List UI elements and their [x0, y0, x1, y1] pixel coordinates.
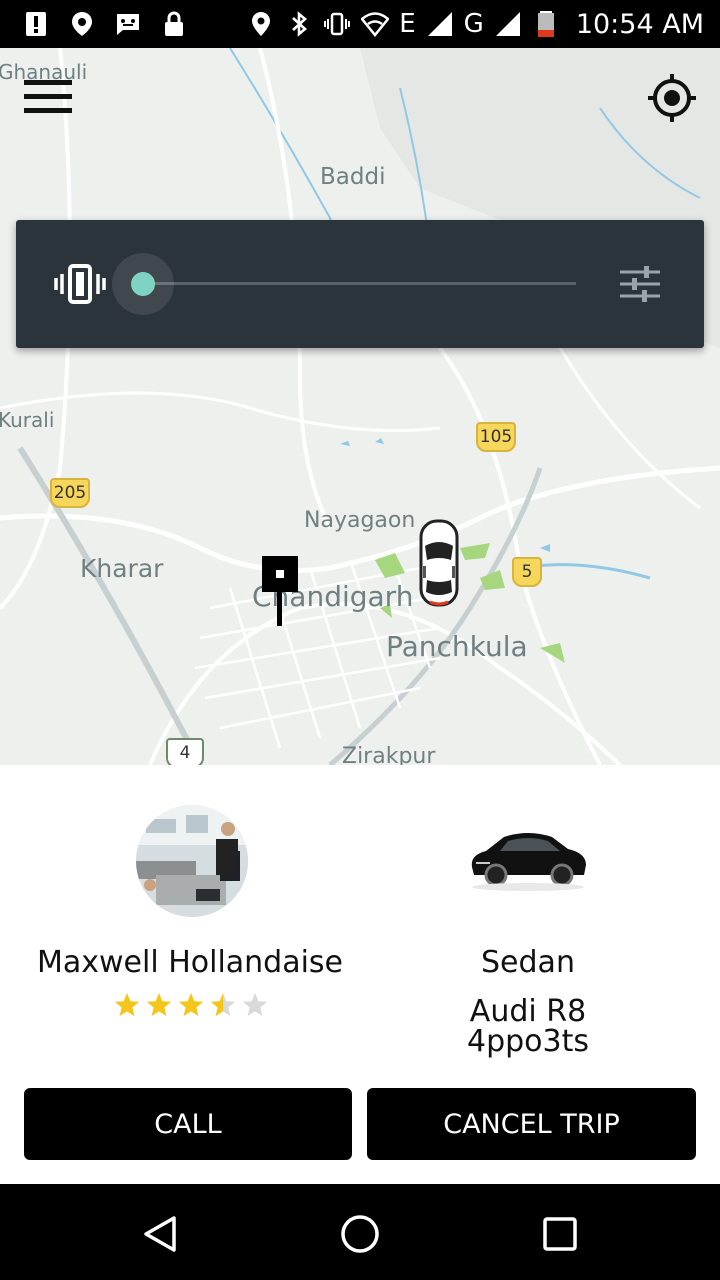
map-label-panchkula: Panchkula: [386, 630, 528, 663]
map-view[interactable]: Ghanauli Baddi Kurali Nayagaon Kharar Ch…: [0, 48, 720, 765]
trip-details-sheet: Maxwell Hollandaise Sedan Audi R8 4ppo3t…: [0, 765, 720, 1184]
call-button[interactable]: CALL: [24, 1088, 352, 1160]
vibrate-icon: [324, 12, 351, 36]
map-label-baddi: Baddi: [320, 164, 386, 190]
driver-name: Maxwell Hollandaise: [36, 945, 344, 980]
back-icon[interactable]: [138, 1212, 182, 1256]
signal-icon: [495, 12, 520, 36]
message-icon: [117, 14, 139, 35]
driver-avatar: [136, 805, 248, 917]
volume-slider-track[interactable]: [146, 282, 576, 285]
star-filled-icon: [115, 993, 139, 1016]
sliders-icon[interactable]: [618, 264, 662, 304]
star-filled-icon: [147, 993, 171, 1016]
navigation-bar: [0, 1184, 720, 1280]
my-location-button[interactable]: [644, 70, 700, 126]
menu-button[interactable]: [20, 76, 76, 120]
cancel-trip-button[interactable]: CANCEL TRIP: [367, 1088, 696, 1160]
map-label-nayagaon: Nayagaon: [304, 508, 416, 533]
alert-icon: [26, 12, 46, 36]
map-background: [0, 48, 720, 765]
car-model: Audi R8: [469, 994, 587, 1029]
map-label-kurali: Kurali: [0, 408, 55, 432]
car-marker-icon: [419, 519, 459, 607]
clock: 10:54 AM: [575, 8, 704, 40]
volume-panel: [16, 220, 704, 348]
pickup-pin-icon: [262, 556, 298, 626]
bluetooth-icon: [292, 11, 308, 37]
car-image: [471, 833, 586, 891]
volume-slider-thumb[interactable]: [131, 272, 155, 296]
map-label-zirakpur: Zirakpur: [342, 744, 436, 765]
road-shield-205: 205: [50, 478, 90, 508]
location-icon: [252, 12, 271, 36]
home-icon[interactable]: [338, 1212, 382, 1256]
star-filled-icon: [179, 993, 203, 1016]
vibrate-icon[interactable]: [54, 264, 106, 304]
network-type-e: E: [399, 9, 416, 39]
car-type: Sedan: [481, 945, 575, 980]
status-bar: E G 10:54 AM: [0, 0, 720, 48]
wifi-icon: [361, 12, 390, 37]
driver-rating: [113, 991, 269, 1019]
road-shield-4: 4: [166, 738, 204, 765]
map-label-kharar: Kharar: [80, 554, 164, 583]
recents-icon[interactable]: [538, 1212, 582, 1256]
lock-icon: [165, 11, 183, 36]
license-plate: 4ppo3ts: [466, 1024, 589, 1059]
signal-icon: [427, 12, 452, 36]
driver-photo: [136, 805, 248, 917]
network-type-g: G: [463, 9, 484, 39]
road-shield-105: 105: [476, 422, 516, 452]
star-half-icon: [211, 993, 235, 1016]
location-pin-icon: [72, 12, 92, 36]
road-shield-5: 5: [512, 557, 542, 587]
battery-icon: [537, 11, 554, 37]
star-empty-icon: [243, 993, 267, 1016]
